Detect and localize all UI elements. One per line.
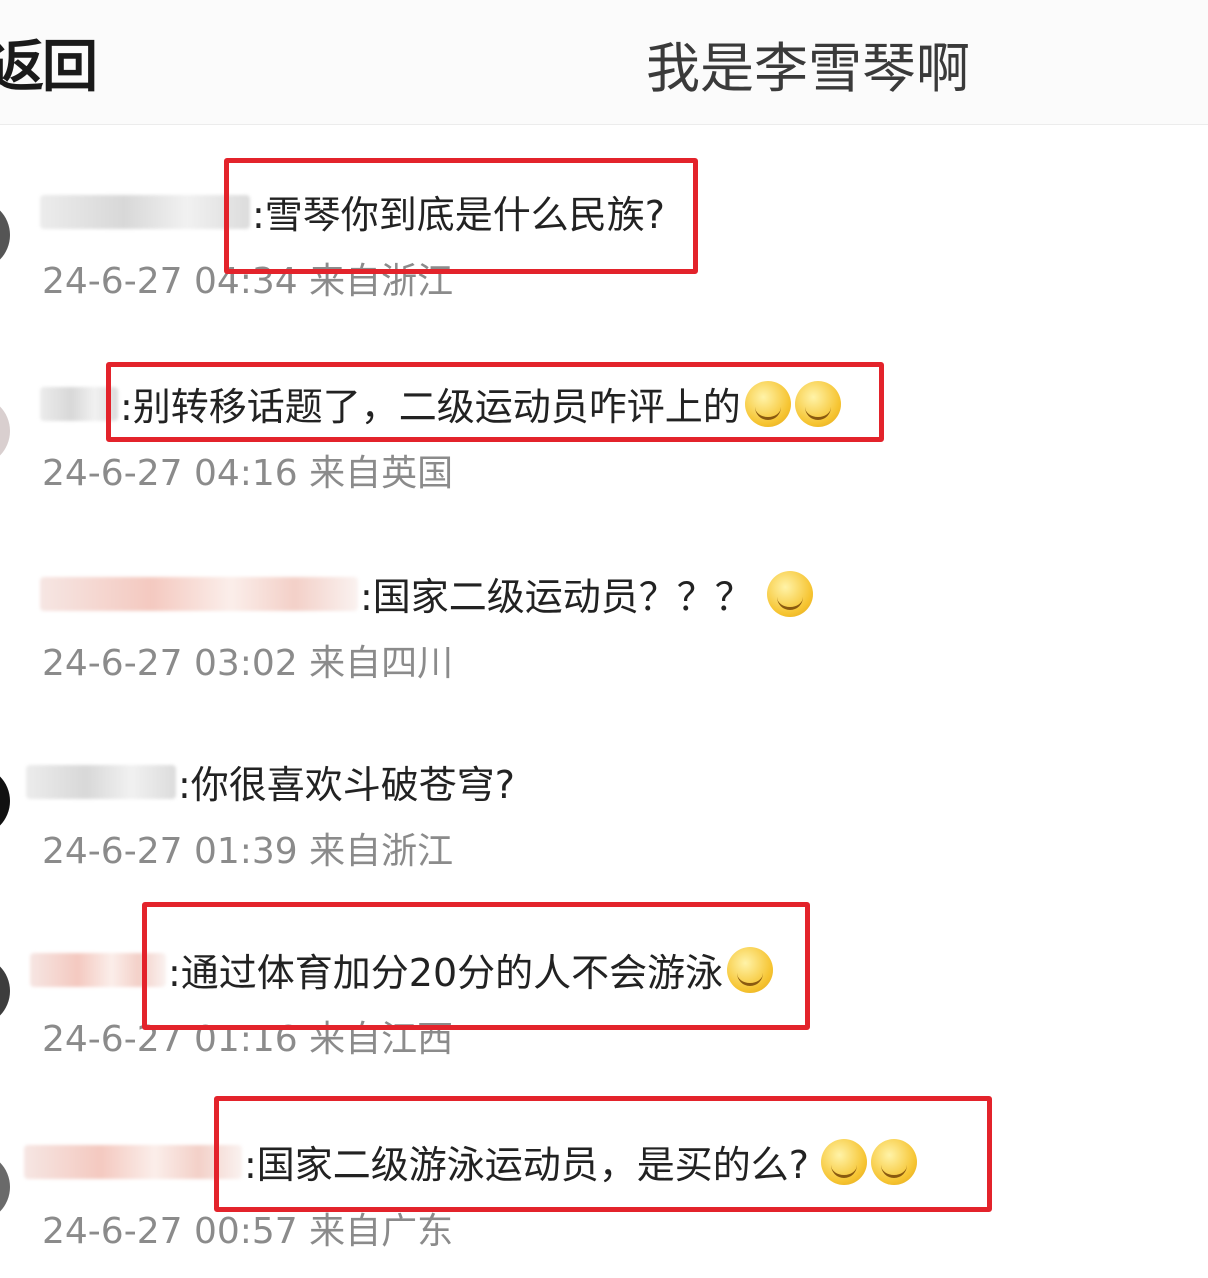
highlight-box [106,362,884,442]
smile-emoji [766,570,813,617]
page-title: 我是李雪琴啊 [646,37,970,100]
comment-line: :你很喜欢斗破苍穹? [26,754,515,814]
highlight-box [224,158,698,274]
avatar[interactable] [0,1152,10,1222]
avatar[interactable] [0,396,10,466]
comment-time: 24-6-27 03:02 [42,643,298,684]
comment-meta: 24-6-27 04:16 来自英国 [42,444,453,496]
comment-meta: 24-6-27 03:02 来自四川 [42,634,453,686]
username-blurred[interactable] [24,1144,242,1179]
comment-time: 24-6-27 00:57 [42,1211,298,1252]
username-blurred[interactable] [40,576,358,611]
comment-text: :你很喜欢斗破苍穹? [178,763,515,807]
comment-location: 来自浙江 [309,831,454,872]
top-bar: 返回 我是李雪琴啊 [0,0,1208,125]
comment-item: :你很喜欢斗破苍穹? 24-6-27 01:39 来自浙江 [0,754,1208,894]
comment-time: 24-6-27 04:16 [42,453,298,494]
comment-text: :国家二级运动员？？？ [360,575,753,619]
back-button[interactable]: 返回 [0,22,98,103]
highlight-box [142,902,810,1030]
comment-meta: 24-6-27 01:39 来自浙江 [42,822,453,874]
avatar[interactable] [0,956,10,1026]
username-blurred[interactable] [26,764,176,799]
avatar[interactable] [0,766,10,836]
highlight-box [214,1096,992,1212]
comment-location: 来自四川 [309,643,454,684]
comment-item: :国家二级运动员？？？ 24-6-27 03:02 来自四川 [0,566,1208,706]
comment-location: 来自广东 [309,1211,454,1252]
comment-location: 来自英国 [309,453,454,494]
username-blurred[interactable] [40,194,250,229]
comment-time: 24-6-27 01:39 [42,831,298,872]
comment-line: :国家二级运动员？？？ [40,566,813,626]
avatar[interactable] [0,200,10,270]
